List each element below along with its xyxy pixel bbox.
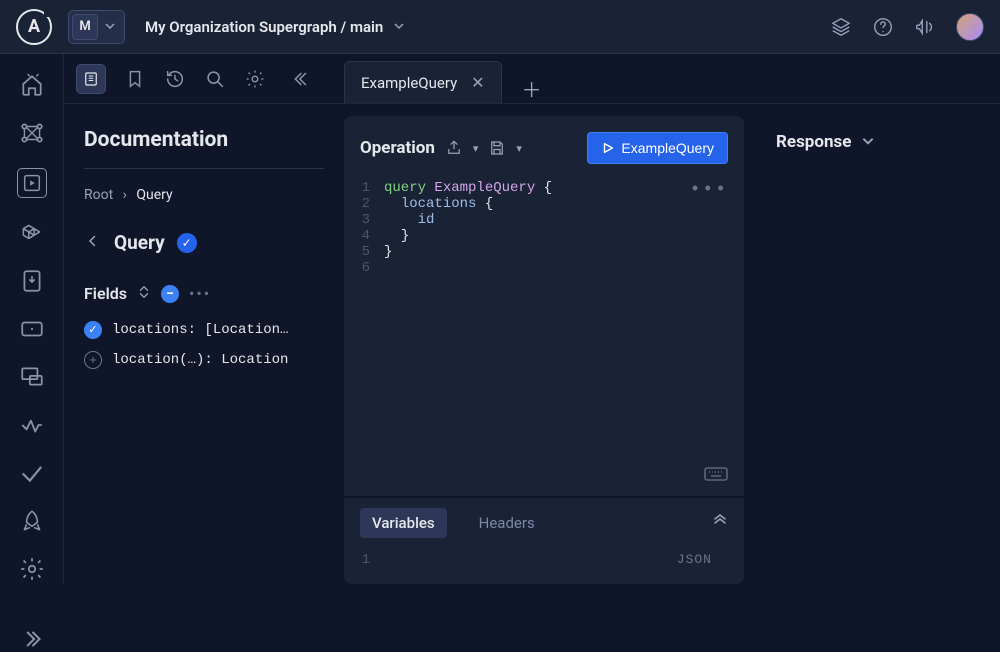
tab-example-query[interactable]: ExampleQuery ✕ xyxy=(344,61,502,103)
documentation-panel: Documentation Root › Query Query ✓ Field… xyxy=(64,104,344,584)
layers-icon[interactable] xyxy=(830,16,852,38)
back-arrow-icon[interactable] xyxy=(84,232,102,254)
type-heading: Query xyxy=(114,231,165,254)
chevron-down-icon xyxy=(393,18,405,36)
field-add-icon[interactable]: + xyxy=(84,351,102,369)
expand-rail-icon[interactable] xyxy=(19,626,45,652)
launches-icon[interactable] xyxy=(19,508,45,534)
search-icon[interactable] xyxy=(204,68,226,90)
collapse-all-icon[interactable]: − xyxy=(161,285,179,303)
breadcrumb-current: Query xyxy=(136,187,172,203)
home-icon[interactable] xyxy=(19,72,45,98)
subgraphs-icon[interactable] xyxy=(19,220,45,246)
help-icon[interactable] xyxy=(872,16,894,38)
bookmark-icon[interactable] xyxy=(124,68,146,90)
doc-panel-toggle-icon[interactable] xyxy=(76,64,106,94)
explorer-icon[interactable] xyxy=(17,168,47,198)
run-button-label: ExampleQuery xyxy=(621,140,714,156)
field-item-location[interactable]: + location(…): Location xyxy=(84,351,324,369)
operation-panel: Operation ▾ ▾ ExampleQuery ••• 1query Ex… xyxy=(344,116,744,584)
fields-label: Fields xyxy=(84,284,127,303)
more-icon[interactable]: ••• xyxy=(189,284,211,303)
variables-panel: Variables Headers 1 JSON xyxy=(344,496,744,584)
history-icon[interactable] xyxy=(164,68,186,90)
collapse-panel-icon[interactable] xyxy=(288,68,310,90)
org-dropdown[interactable]: M xyxy=(68,10,125,44)
chevron-down-icon xyxy=(104,17,116,36)
field-signature: location(…): Location xyxy=(112,352,288,368)
collapse-variables-icon[interactable] xyxy=(712,513,728,533)
breadcrumb-root[interactable]: Root xyxy=(84,187,113,203)
chevron-down-icon[interactable]: ▾ xyxy=(473,142,479,155)
response-title: Response xyxy=(776,132,851,152)
monitors-icon[interactable] xyxy=(19,364,45,390)
editor-more-icon[interactable]: ••• xyxy=(690,180,728,200)
graph-breadcrumb[interactable]: My Organization Supergraph / main xyxy=(145,18,405,36)
megaphone-icon[interactable] xyxy=(914,16,936,38)
schema-graph-icon[interactable] xyxy=(19,120,45,146)
run-button[interactable]: ExampleQuery xyxy=(587,132,728,164)
chevron-down-icon[interactable]: ▾ xyxy=(516,142,522,155)
close-icon[interactable]: ✕ xyxy=(471,73,484,92)
left-rail xyxy=(0,54,64,584)
response-panel: Response xyxy=(744,104,1000,584)
field-selected-icon[interactable]: ✓ xyxy=(84,321,102,339)
clients-icon[interactable] xyxy=(19,316,45,342)
tab-variables[interactable]: Variables xyxy=(360,508,447,538)
chevron-right-icon: › xyxy=(123,187,127,203)
changelog-icon[interactable] xyxy=(19,268,45,294)
operation-title: Operation xyxy=(360,138,435,158)
chevron-down-icon[interactable] xyxy=(861,133,875,152)
check-badge-icon[interactable]: ✓ xyxy=(177,233,197,253)
documentation-title: Documentation xyxy=(84,128,324,152)
checks-icon[interactable] xyxy=(19,460,45,486)
tab-label: ExampleQuery xyxy=(361,74,457,92)
explorer-toolbar: ExampleQuery ✕ ＋ xyxy=(64,54,1000,104)
tab-headers[interactable]: Headers xyxy=(467,508,547,538)
settings-icon[interactable] xyxy=(19,556,45,582)
share-icon[interactable] xyxy=(445,139,463,157)
apollo-logo[interactable]: A xyxy=(16,9,52,45)
add-tab-icon[interactable]: ＋ xyxy=(522,74,542,103)
avatar[interactable] xyxy=(956,13,984,41)
save-icon[interactable] xyxy=(488,139,506,157)
sort-icon[interactable] xyxy=(137,284,151,303)
json-label: JSON xyxy=(677,552,712,568)
field-item-locations[interactable]: ✓ locations: [Location… xyxy=(84,321,324,339)
divider xyxy=(84,168,324,169)
gear-icon[interactable] xyxy=(244,68,266,90)
insights-icon[interactable] xyxy=(19,412,45,438)
org-badge: M xyxy=(72,14,98,40)
breadcrumb: Root › Query xyxy=(84,187,324,203)
keyboard-icon[interactable] xyxy=(704,467,728,486)
topbar: A M My Organization Supergraph / main xyxy=(0,0,1000,54)
field-signature: locations: [Location… xyxy=(112,322,288,338)
operation-editor[interactable]: ••• 1query ExampleQuery { 2 locations { … xyxy=(344,174,744,496)
